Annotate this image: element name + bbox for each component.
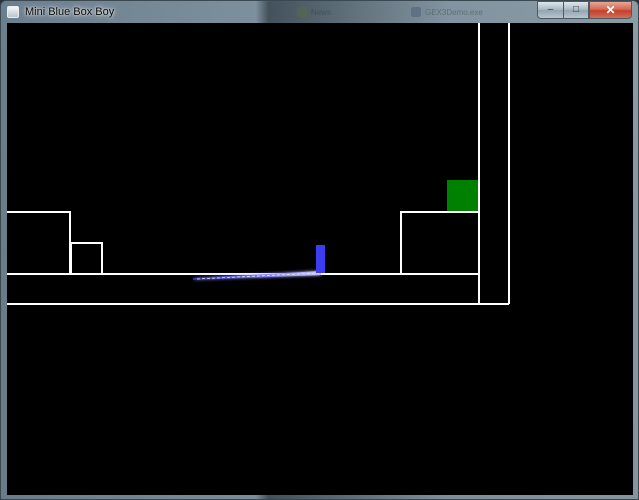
right-block xyxy=(400,211,480,275)
game-stage xyxy=(7,23,510,305)
game-canvas[interactable] xyxy=(7,23,633,495)
goal-box xyxy=(447,180,478,211)
close-icon: ✕ xyxy=(605,3,616,17)
player-blue-box xyxy=(316,245,325,273)
left-small-block xyxy=(70,242,103,275)
maximize-icon: □ xyxy=(572,4,580,15)
minimize-button[interactable]: ‒ xyxy=(537,1,563,19)
window-controls: ‒ □ ✕ xyxy=(537,1,632,19)
window-title: Mini Blue Box Boy xyxy=(25,6,115,18)
game-window: Mini Blue Box Boy News GEX3Demo.exe ‒ □ … xyxy=(0,0,639,500)
title-bar[interactable]: Mini Blue Box Boy News GEX3Demo.exe ‒ □ … xyxy=(1,1,638,23)
file-icon xyxy=(411,7,421,17)
left-large-block xyxy=(7,211,71,275)
app-icon[interactable] xyxy=(7,6,19,18)
folder-icon xyxy=(297,7,307,17)
maximize-button[interactable]: □ xyxy=(563,1,589,19)
background-ghost-item: News xyxy=(297,3,331,21)
close-button[interactable]: ✕ xyxy=(589,1,632,19)
background-ghost-item: GEX3Demo.exe xyxy=(411,3,483,21)
minimize-icon: ‒ xyxy=(547,4,554,15)
player-trail xyxy=(193,271,321,280)
